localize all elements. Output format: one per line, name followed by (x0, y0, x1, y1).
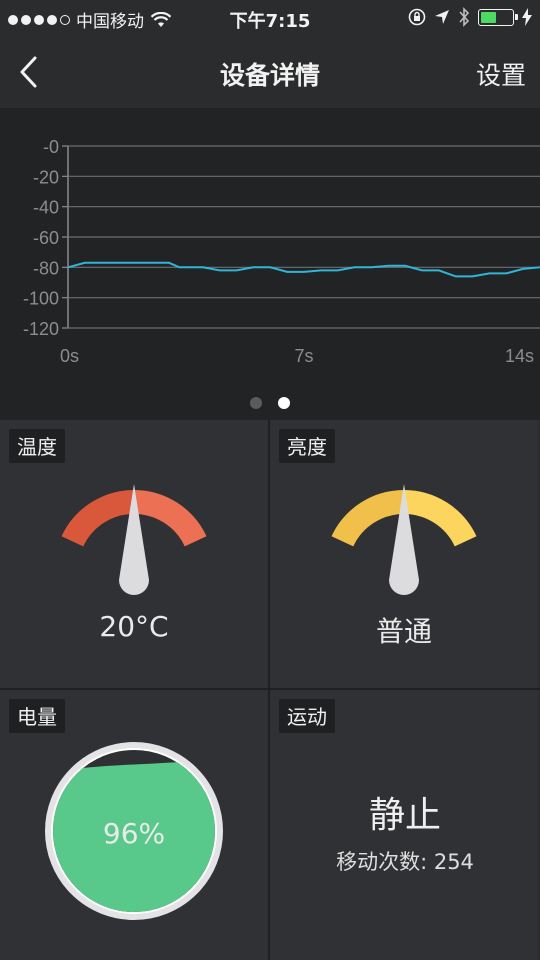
temperature-tile: 温度 20°C (0, 420, 268, 688)
battery-tile: 电量 96% (0, 690, 268, 960)
tile-divider-vertical (268, 420, 270, 960)
motion-label: 运动 (279, 699, 335, 733)
series-line (67, 261, 540, 278)
chart-grid (62, 145, 540, 329)
battery-percent: 96% (102, 817, 166, 850)
gauge-arc-right (403, 490, 477, 547)
location-arrow-icon (435, 10, 449, 24)
rotation-lock-icon (408, 8, 426, 26)
y-tick-label: -100 (23, 289, 59, 309)
x-tick-label: 0s (60, 346, 79, 366)
y-tick-label: -60 (33, 228, 59, 248)
signal-chart-panel[interactable]: -0 -20 -40 -60 -80 -100 -120 0s 7s 14s (0, 108, 540, 420)
motion-state: 静止 (368, 795, 441, 836)
motion-count: 移动次数: 254 (336, 850, 474, 874)
x-tick-label: 7s (294, 346, 313, 366)
chart-x-axis: 0s 7s 14s (60, 346, 534, 366)
page-dot[interactable] (250, 397, 262, 409)
battery-label: 电量 (9, 699, 65, 733)
tile-divider-horizontal (0, 688, 540, 690)
brightness-tile: 亮度 普通 (270, 420, 538, 688)
chart-series (67, 261, 540, 278)
status-right (408, 7, 532, 27)
x-tick-label: 14s (505, 346, 534, 366)
status-bar: 中国移动 下午7:15 (0, 0, 540, 36)
y-tick-label: -0 (43, 137, 59, 157)
page-indicator[interactable] (0, 397, 540, 409)
settings-button[interactable]: 设置 (476, 56, 526, 92)
device-detail-screen: 中国移动 下午7:15 设备详情 设置 -0 -20 -40 -60 -80 -… (0, 0, 540, 960)
temperature-gauge (61, 484, 207, 596)
y-tick-label: -40 (33, 198, 59, 218)
chart-y-axis: -0 -20 -40 -60 -80 -100 -120 (23, 137, 59, 339)
bluetooth-icon (459, 7, 470, 27)
temperature-value: 20°C (99, 610, 169, 643)
page-dot[interactable] (278, 397, 290, 409)
page-title: 设备详情 (219, 61, 320, 90)
charging-bolt-icon (522, 8, 532, 26)
navigation-bar: 设备详情 设置 (0, 36, 540, 108)
gauge-arc-right (133, 490, 207, 547)
battery-fill (481, 11, 496, 23)
y-tick-label: -20 (33, 167, 59, 187)
gauge-arc-left (331, 490, 405, 547)
line-chart: -0 -20 -40 -60 -80 -100 -120 0s 7s 14s (23, 137, 540, 366)
gauge-arc-left (61, 490, 135, 547)
brightness-value: 普通 (375, 615, 432, 648)
motion-tile: 运动 静止 移动次数: 254 (270, 690, 538, 960)
battery-icon (478, 8, 518, 26)
y-tick-label: -80 (33, 258, 59, 278)
y-tick-label: -120 (23, 319, 59, 339)
